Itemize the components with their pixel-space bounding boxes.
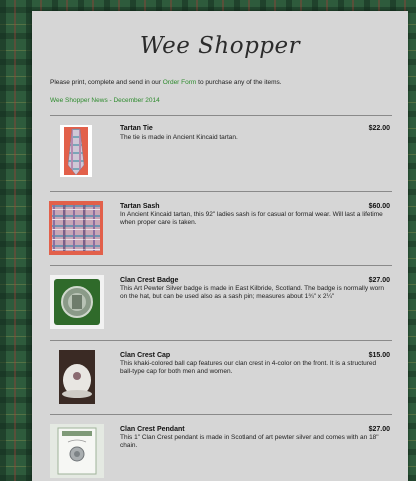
product-name: Clan Crest Badge bbox=[120, 277, 179, 284]
product-description: This khaki-colored ball cap features our… bbox=[120, 360, 377, 375]
product-name: Clan Crest Pendant bbox=[120, 426, 185, 433]
clan-crest-cap-image[interactable] bbox=[59, 350, 95, 404]
page-title: Wee Shopper bbox=[139, 33, 301, 59]
divider bbox=[50, 191, 392, 192]
divider bbox=[50, 115, 392, 116]
divider bbox=[50, 265, 392, 266]
intro-text: Please print, complete and send in our O… bbox=[50, 79, 282, 86]
divider bbox=[50, 340, 392, 341]
product-name: Tartan Sash bbox=[120, 203, 160, 210]
intro-text-after: to purchase any of the items. bbox=[196, 79, 282, 86]
divider bbox=[50, 414, 392, 415]
product-price: $27.00 bbox=[368, 277, 390, 284]
clan-crest-badge-image[interactable] bbox=[50, 275, 104, 329]
newsletter-link[interactable]: Wee Shopper News - December 2014 bbox=[50, 97, 160, 104]
product-price: $22.00 bbox=[368, 125, 390, 132]
product-description: This Art Pewter Silver badge is made in … bbox=[120, 285, 384, 300]
clan-crest-pendant-image[interactable] bbox=[50, 424, 104, 478]
product-price: $60.00 bbox=[368, 203, 390, 210]
product-description: The tie is made in Ancient Kincaid tarta… bbox=[120, 134, 238, 141]
order-form-link[interactable]: Order Form bbox=[163, 79, 197, 86]
tartan-tie-image[interactable] bbox=[60, 125, 92, 177]
tartan-sash-image[interactable] bbox=[49, 201, 103, 255]
main-panel: Wee Shopper Please print, complete and s… bbox=[32, 11, 408, 481]
intro-text-before: Please print, complete and send in our bbox=[50, 79, 163, 86]
product-price: $15.00 bbox=[368, 352, 390, 359]
product-description: This 1" Clan Crest pendant is made in Sc… bbox=[120, 434, 379, 449]
product-description: In Ancient Kincaid tartan, this 92" ladi… bbox=[120, 211, 383, 226]
product-price: $27.00 bbox=[368, 426, 390, 433]
product-name: Clan Crest Cap bbox=[120, 352, 171, 359]
product-name: Tartan Tie bbox=[120, 125, 153, 132]
